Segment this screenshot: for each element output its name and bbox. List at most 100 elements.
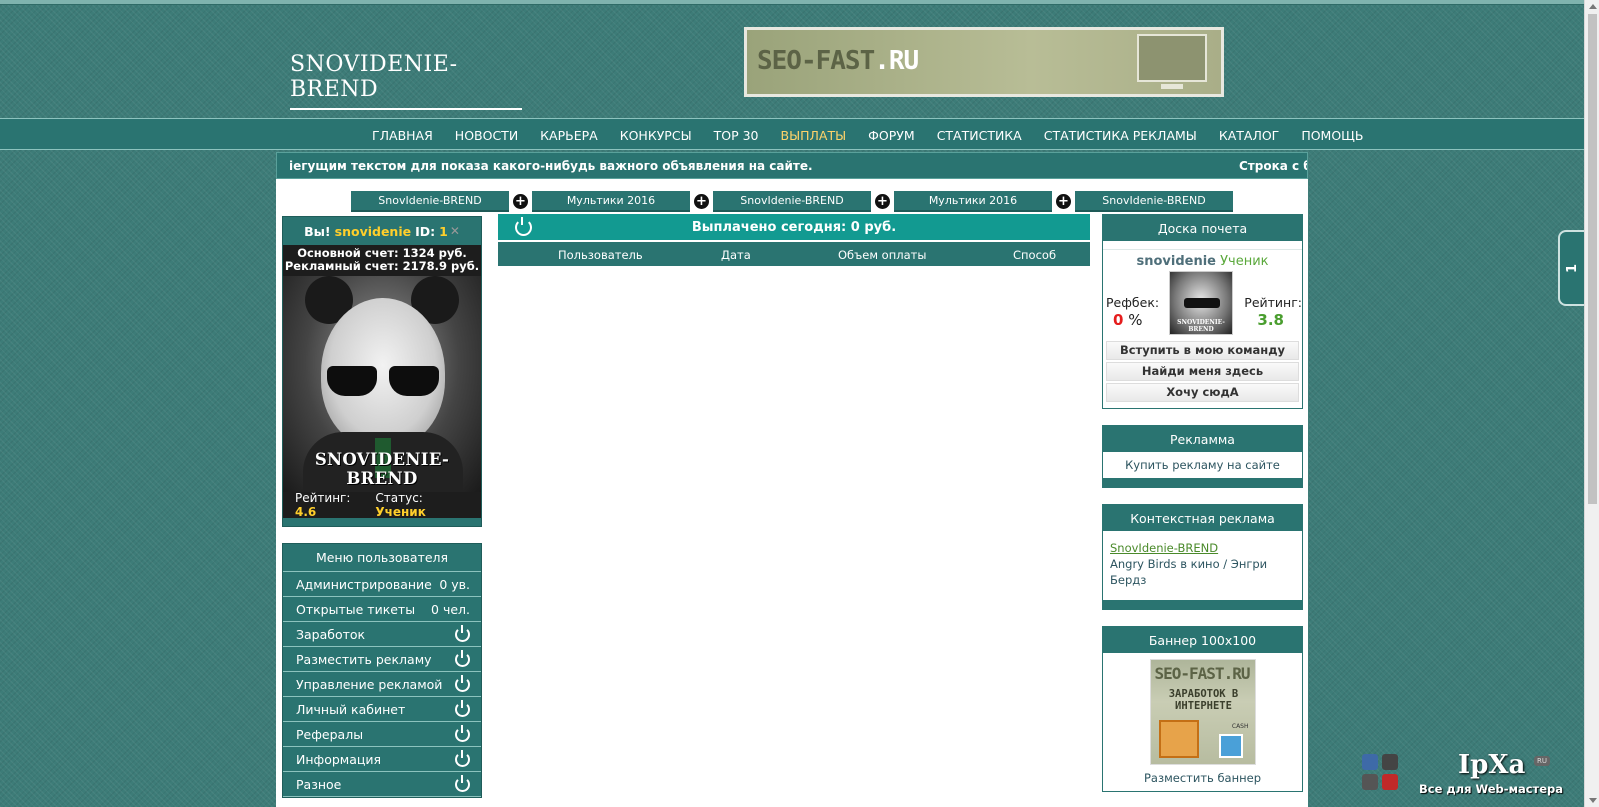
cube-icon bbox=[1362, 774, 1378, 790]
scrollbar[interactable] bbox=[1584, 0, 1599, 807]
logo-underline bbox=[290, 108, 522, 110]
nav-item-1[interactable]: ГЛАВНАЯ bbox=[372, 128, 433, 143]
menu-item-tickets[interactable]: Открытые тикеты 0 чел. bbox=[283, 597, 481, 622]
banner-text: ЗАРАБОТОК В ИНТЕРНЕТЕ bbox=[1168, 688, 1239, 712]
scroll-up-icon[interactable] bbox=[1589, 4, 1597, 9]
status-value: Ученик bbox=[375, 505, 426, 519]
ipxa-watermark: IpXa RU Все для Web-мастера bbox=[1362, 750, 1563, 800]
menu-item-cabinet[interactable]: Личный кабинет bbox=[283, 697, 481, 722]
marquee-text: іегущим текстом для показа какого-нибудь… bbox=[289, 159, 813, 173]
logout-icon[interactable]: ✕ bbox=[450, 224, 460, 238]
power-icon bbox=[455, 749, 470, 767]
nav-item-2[interactable]: НОВОСТИ bbox=[455, 128, 518, 143]
ad-balance: Рекламный счет: 2178.9 руб. bbox=[284, 259, 480, 273]
nav-item-10[interactable]: КАТАЛОГ bbox=[1219, 128, 1279, 143]
honor-username[interactable]: snovidenie bbox=[1136, 254, 1216, 269]
main-nav: ГЛАВНАЯ НОВОСТИ КАРЬЕРА КОНКУРСЫ TOP 30 ВЫПЛА… bbox=[0, 118, 1584, 150]
menu-item-earnings[interactable]: Заработок bbox=[283, 622, 481, 647]
right-sidebar: Доска почета snovidenie Ученик Рефбек: 0… bbox=[1102, 214, 1303, 807]
plus-circle-icon[interactable]: + bbox=[694, 194, 709, 209]
user-rating-status: Рейтинг: 4.6 Статус: Ученик bbox=[283, 491, 481, 519]
scrollbar-thumb[interactable] bbox=[1588, 14, 1597, 504]
honor-user: snovidenie Ученик bbox=[1103, 249, 1302, 269]
username-link[interactable]: snovidenie bbox=[335, 224, 411, 239]
plus-circle-icon[interactable]: + bbox=[513, 194, 528, 209]
col-user: Пользователь bbox=[558, 248, 643, 262]
banner-100-ad[interactable]: SEO-FAST.RU ЗАРАБОТОК В ИНТЕРНЕТЕ CASH bbox=[1149, 659, 1256, 765]
menu-item-count: 0 чел. bbox=[431, 601, 470, 617]
join-team-button[interactable]: Вступить в мою команду bbox=[1106, 341, 1299, 360]
buy-ad-link[interactable]: Купить рекламу на сайте bbox=[1103, 452, 1302, 478]
avatar[interactable]: SNOVIDENIE-BREND bbox=[283, 276, 481, 492]
user-panel: Вы! snovidenie ID: 1 ✕ Основной счет: 13… bbox=[282, 216, 482, 527]
context-ad-title[interactable]: SnovIdenie-BREND bbox=[1110, 540, 1295, 556]
nav-item-9[interactable]: СТАТИСТИКА РЕКЛАМЫ bbox=[1044, 128, 1197, 143]
nav-items: ГЛАВНАЯ НОВОСТИ КАРЬЕРА КОНКУРСЫ TOP 30 ВЫПЛА… bbox=[372, 119, 1385, 151]
tab-link-3[interactable]: SnovIdenie-BREND bbox=[713, 191, 871, 212]
ipxa-ru: RU bbox=[1534, 756, 1550, 766]
user-id: 1 bbox=[439, 223, 448, 239]
refback-value: 0 % bbox=[1113, 311, 1143, 329]
cube-icon bbox=[1362, 754, 1378, 770]
banner-brand: SEO-FAST.RU bbox=[757, 46, 919, 76]
avatar-caption: SNOVIDENIE-BREND bbox=[314, 450, 450, 488]
honor-avatar[interactable]: SNOVIDENIE-BREND bbox=[1169, 271, 1233, 335]
tab-link-4[interactable]: Мультики 2016 bbox=[894, 191, 1052, 212]
nav-item-6[interactable]: ВЫПЛАТЫ bbox=[781, 128, 847, 143]
site-logo[interactable]: SNOVIDENIE-BREND bbox=[290, 52, 522, 122]
honor-stats: Рефбек: 0 % SNOVIDENIE-BREND Рейтинг: 3.… bbox=[1103, 271, 1302, 339]
rating-label: Рейтинг: bbox=[295, 491, 351, 505]
scroll-down-icon[interactable] bbox=[1589, 798, 1597, 803]
refback-label: Рефбек: bbox=[1106, 295, 1160, 310]
balances: Основной счет: 1324 руб. Рекламный счет:… bbox=[283, 245, 481, 276]
menu-item-count: 0 ув. bbox=[439, 576, 470, 592]
user-menu: Меню пользователя Администрирование 0 ув.… bbox=[282, 543, 482, 798]
nav-item-3[interactable]: КАРЬЕРА bbox=[540, 128, 598, 143]
find-me-button[interactable]: Найди меня здесь bbox=[1106, 362, 1299, 381]
menu-item-admin[interactable]: Администрирование 0 ув. bbox=[283, 572, 481, 597]
top-banner-ad[interactable]: SEO-FAST.RU bbox=[744, 27, 1224, 97]
payments-title: Выплачено сегодня: 0 руб. bbox=[691, 219, 897, 235]
context-ad-desc[interactable]: Angry Birds в кино / Энгри Бердз bbox=[1110, 556, 1295, 588]
power-icon bbox=[455, 699, 470, 717]
payments-header: Выплачено сегодня: 0 руб. bbox=[498, 214, 1090, 240]
status-label: Статус: bbox=[375, 491, 423, 505]
cube-icon bbox=[1382, 774, 1398, 790]
cube-icon bbox=[1382, 754, 1398, 770]
nav-item-8[interactable]: СТАТИСТИКА bbox=[937, 128, 1022, 143]
menu-item-misc[interactable]: Разное bbox=[283, 772, 481, 797]
plus-circle-icon[interactable]: + bbox=[875, 194, 890, 209]
rating-value: 4.6 bbox=[295, 505, 317, 519]
cash-label: CASH bbox=[1231, 723, 1249, 730]
place-banner-link[interactable]: Разместить баннер bbox=[1103, 765, 1302, 791]
context-ads-title: Контекстная реклама bbox=[1103, 505, 1302, 531]
honor-rating-value: 3.8 bbox=[1257, 311, 1284, 329]
power-icon bbox=[455, 624, 470, 642]
nav-item-7[interactable]: ФОРУМ bbox=[868, 128, 915, 143]
side-feedback-tab[interactable]: 1 bbox=[1558, 230, 1585, 306]
tab-link-1[interactable]: SnovIdenie-BREND bbox=[351, 191, 509, 212]
menu-item-info[interactable]: Информация bbox=[283, 747, 481, 772]
menu-item-referrals[interactable]: Рефералы bbox=[283, 722, 481, 747]
monitor-stand bbox=[1161, 84, 1183, 89]
nav-item-4[interactable]: КОНКУРСЫ bbox=[620, 128, 692, 143]
honor-rank: Ученик bbox=[1220, 254, 1269, 269]
tab-link-2[interactable]: Мультики 2016 bbox=[532, 191, 690, 212]
power-icon[interactable] bbox=[515, 217, 532, 236]
honor-board-title: Доска почета bbox=[1103, 215, 1302, 241]
marquee-announcement: іегущим текстом для показа какого-нибудь… bbox=[276, 152, 1308, 179]
menu-item-manage-ads[interactable]: Управление рекламой bbox=[283, 672, 481, 697]
left-sidebar: Вы! snovidenie ID: 1 ✕ Основной счет: 13… bbox=[282, 216, 482, 798]
honor-rating-label: Рейтинг: bbox=[1244, 295, 1302, 310]
nav-item-11[interactable]: ПОМОЩЬ bbox=[1301, 128, 1363, 143]
col-amount: Объем оплаты bbox=[838, 248, 927, 262]
want-here-button[interactable]: Хочу сюдА bbox=[1106, 383, 1299, 402]
menu-item-place-ad[interactable]: Разместить рекламу bbox=[283, 647, 481, 672]
nav-item-5[interactable]: TOP 30 bbox=[714, 128, 759, 143]
honor-board: Доска почета snovidenie Ученик Рефбек: 0… bbox=[1102, 214, 1303, 409]
banner-title: Баннер 100х100 bbox=[1103, 627, 1302, 653]
plus-circle-icon[interactable]: + bbox=[1056, 194, 1071, 209]
tab-link-5[interactable]: SnovIdenie-BREND bbox=[1075, 191, 1233, 212]
top-line bbox=[0, 0, 1584, 5]
link-tabs: SnovIdenie-BREND + Мультики 2016 + SnovI… bbox=[351, 191, 1233, 212]
